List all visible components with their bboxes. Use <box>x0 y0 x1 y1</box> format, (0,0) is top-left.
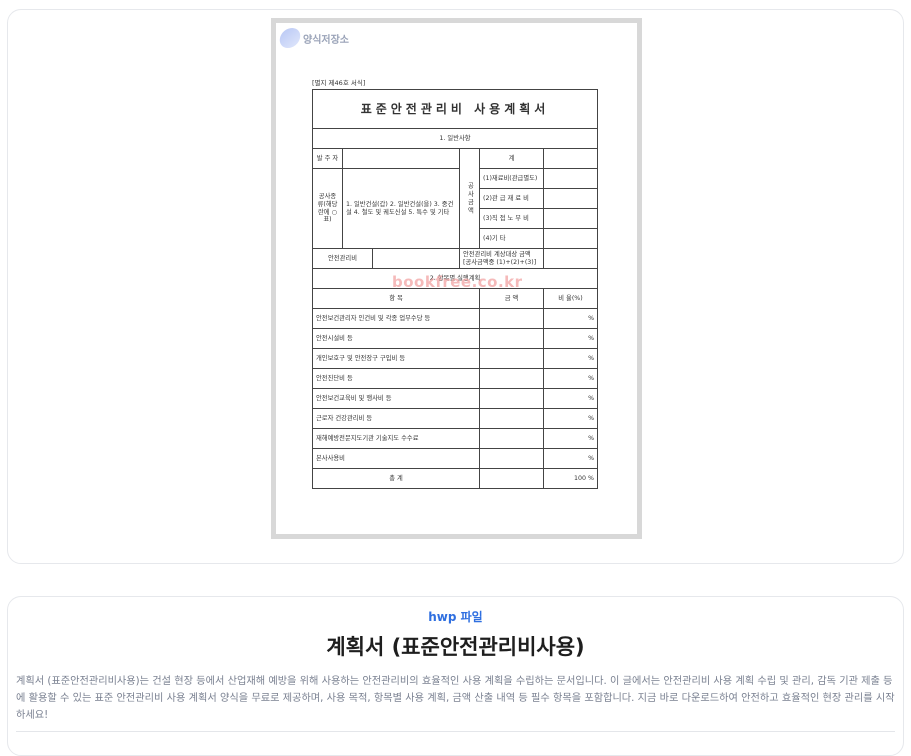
plan-ratio: % <box>542 408 599 429</box>
plan-amount <box>479 308 544 329</box>
total-row-ratio: 100 % <box>542 468 599 489</box>
work-type-label: 공사종류(해당란에 ○표) <box>312 168 343 249</box>
plan-item: 안전시설비 등 <box>312 328 480 349</box>
client-label: 발 주 자 <box>312 148 343 169</box>
safety-cost-plan-form: 표준안전관리비 사용계획서 1. 일반사항 발 주 자 공사금액 계 공사종류(… <box>311 89 599 489</box>
amount-row-2: (2)관 급 재 료 비 <box>479 188 544 209</box>
plan-item: 재해예방전문지도기관 기술지도 수수료 <box>312 428 480 449</box>
column-amount: 금 액 <box>479 288 544 309</box>
amount-row-3: (3)직 접 노 무 비 <box>479 208 544 229</box>
document-title: 계획서 (표준안전관리비사용) <box>326 635 585 659</box>
plan-ratio: % <box>542 388 599 409</box>
target-amount-label: 안전관리비 계상대상 금액 [공사금액중 (1)+(2)+(3)] <box>459 248 544 269</box>
document-description: 계획서 (표준안전관리비사용)는 건설 현장 등에서 산업재해 예방을 위해 사… <box>16 676 895 721</box>
document-preview-card: 양식저장소 [별지 제46호 서식] 표준안전관리비 사용계획서 1. 일반사항… <box>7 9 904 564</box>
plan-amount <box>479 348 544 369</box>
plan-amount <box>479 408 544 429</box>
plan-amount <box>479 368 544 389</box>
plan-item: 안전진단비 등 <box>312 368 480 389</box>
document-preview-frame: 양식저장소 [별지 제46호 서식] 표준안전관리비 사용계획서 1. 일반사항… <box>271 18 642 539</box>
logo-text: 양식저장소 <box>303 34 349 46</box>
form-title: 표준안전관리비 사용계획서 <box>311 89 599 129</box>
work-type-options: 1. 일반건설(갑) 2. 일반건설(을) 3. 중건설 4. 철도 및 궤도신… <box>342 168 460 249</box>
section-item-plan: 2. 항목별 실행계획 <box>311 268 599 289</box>
amount-value-3 <box>542 208 599 229</box>
plan-ratio: % <box>542 368 599 389</box>
plan-amount <box>479 328 544 349</box>
plan-item: 안전보건교육비 및 행사비 등 <box>312 388 480 409</box>
plan-ratio: % <box>542 428 599 449</box>
plan-item: 본사사용비 <box>312 448 480 469</box>
plan-ratio: % <box>542 348 599 369</box>
document-page: 양식저장소 [별지 제46호 서식] 표준안전관리비 사용계획서 1. 일반사항… <box>276 23 637 534</box>
total-value <box>542 148 599 169</box>
amount-value-4 <box>542 228 599 249</box>
amount-value-2 <box>542 188 599 209</box>
client-value <box>342 148 460 169</box>
column-ratio: 비 율(%) <box>542 288 599 309</box>
section-general: 1. 일반사항 <box>311 128 599 149</box>
plan-amount <box>479 388 544 409</box>
plan-ratio: % <box>542 308 599 329</box>
total-label: 계 <box>479 148 544 169</box>
total-row-amount <box>479 468 544 489</box>
plan-amount <box>479 448 544 469</box>
budget-label: 안전관리비 <box>312 248 373 269</box>
budget-value <box>372 248 460 269</box>
amount-row-1: (1)재료비(관급별도) <box>479 168 544 189</box>
document-info-card: hwp 파일 계획서 (표준안전관리비사용) 계획서 (표준안전관리비사용)는 … <box>7 596 904 756</box>
divider <box>16 731 895 732</box>
plan-ratio: % <box>542 448 599 469</box>
amount-label: 공사금액 <box>459 148 480 249</box>
amount-row-4: (4)기 타 <box>479 228 544 249</box>
plan-amount <box>479 428 544 449</box>
logo-icon <box>277 28 303 48</box>
column-item: 항 목 <box>312 288 480 309</box>
total-row-label: 총 계 <box>312 468 480 489</box>
amount-value-1 <box>542 168 599 189</box>
plan-item: 근로자 건강관리비 등 <box>312 408 480 429</box>
plan-ratio: % <box>542 328 599 349</box>
file-type-badge: hwp 파일 <box>428 610 483 624</box>
form-number: [별지 제46호 서식] <box>312 79 366 87</box>
plan-item: 개인보호구 및 안전장구 구입비 등 <box>312 348 480 369</box>
plan-item: 안전보건관리자 인건비 및 각종 업무수당 등 <box>312 308 480 329</box>
target-amount-value <box>542 248 599 269</box>
site-logo: 양식저장소 <box>277 28 349 48</box>
